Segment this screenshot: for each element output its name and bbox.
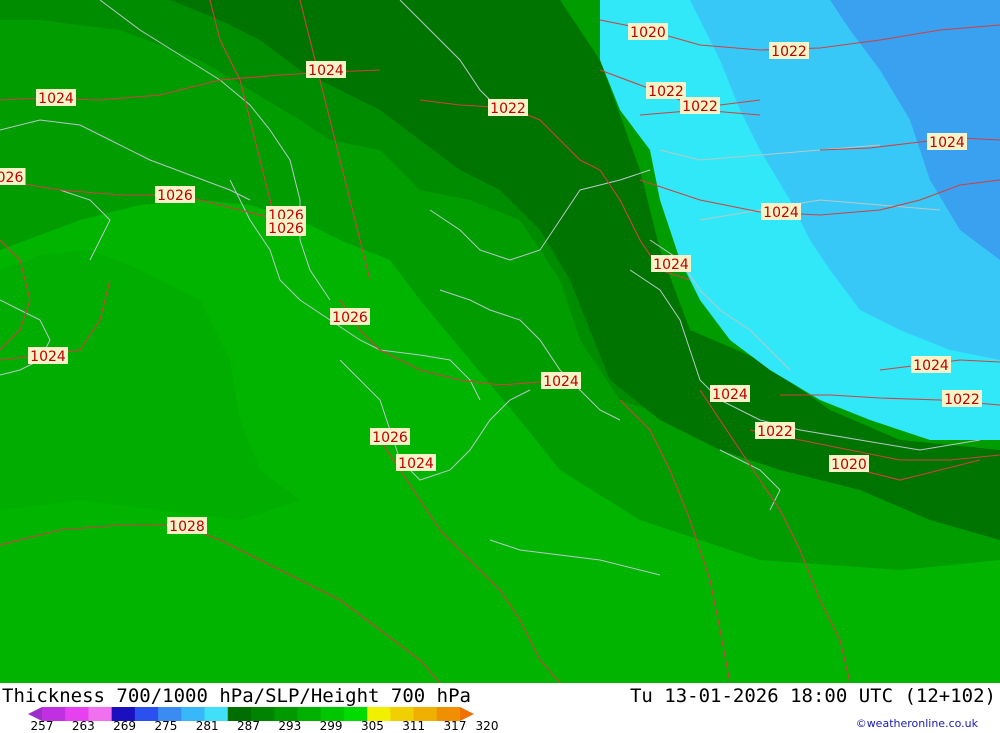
isobar-label-18: 1022	[755, 422, 795, 440]
svg-text:1022: 1022	[757, 424, 793, 440]
isobar-label-extra-0: 1024	[541, 372, 581, 390]
svg-text:1024: 1024	[38, 91, 74, 107]
svg-text:026: 026	[0, 170, 23, 186]
isobar-label-3: 1022	[680, 97, 720, 115]
legend-tick-label: 311	[402, 719, 426, 733]
legend-tick-label: 317	[443, 719, 467, 733]
svg-text:1024: 1024	[763, 205, 799, 221]
svg-text:1028: 1028	[169, 519, 205, 535]
isobar-label-21: 1026	[370, 428, 410, 446]
svg-text:1024: 1024	[929, 135, 965, 151]
isobar-label-17: 1022	[942, 390, 982, 408]
isobar-label-19: 1024	[710, 385, 750, 403]
isobar-label-8: 1024	[761, 203, 801, 221]
legend-tick-label: 257	[30, 719, 54, 733]
svg-text:1020: 1020	[831, 457, 867, 473]
legend-tick-label: 269	[113, 719, 137, 733]
svg-text:1024: 1024	[543, 374, 579, 390]
weather-map: 1020102210221022102210241024102410240261…	[0, 0, 1000, 683]
isobar-label-5: 1024	[306, 61, 346, 79]
svg-text:1026: 1026	[332, 310, 368, 326]
isobar-label-12: 1026	[266, 219, 306, 237]
svg-text:1022: 1022	[490, 101, 526, 117]
svg-text:1026: 1026	[372, 430, 408, 446]
svg-text:1024: 1024	[398, 456, 434, 472]
svg-text:1024: 1024	[308, 63, 344, 79]
isobar-label-23: 1028	[167, 517, 207, 535]
svg-text:1020: 1020	[630, 25, 666, 41]
isobar-label-22: 1024	[396, 454, 436, 472]
credit-link[interactable]: ©weatheronline.co.uk	[856, 717, 978, 730]
legend-tick-label: 305	[360, 719, 384, 733]
legend-tick-label: 263	[71, 719, 95, 733]
legend-tick-label: 293	[278, 719, 302, 733]
legend-tick-label: 287	[237, 719, 260, 733]
isobar-label-10: 1026	[155, 186, 195, 204]
svg-text:1022: 1022	[682, 99, 718, 115]
valid-time: Tu 13-01-2026 18:00 UTC (12+102)	[629, 685, 996, 707]
isobar-label-0: 1020	[628, 23, 668, 41]
map-title: Thickness 700/1000 hPa/SLP/Height 700 hP…	[2, 685, 471, 707]
isobar-label-9: 026	[0, 168, 26, 186]
isobar-label-15: 1024	[28, 347, 68, 365]
legend-tick-label: 275	[154, 719, 178, 733]
isobar-label-1: 1022	[769, 42, 809, 60]
svg-text:1024: 1024	[913, 358, 949, 374]
svg-text:1024: 1024	[653, 257, 689, 273]
svg-text:1022: 1022	[944, 392, 980, 408]
isobar-label-13: 1024	[651, 255, 691, 273]
svg-text:1022: 1022	[648, 84, 684, 100]
svg-text:1022: 1022	[771, 44, 807, 60]
isobar-label-4: 1022	[488, 99, 528, 117]
svg-text:1026: 1026	[268, 221, 304, 237]
svg-text:1026: 1026	[157, 188, 193, 204]
legend-tick-label: 320	[475, 719, 499, 733]
isobar-label-7: 1024	[927, 133, 967, 151]
isobar-label-14: 1026	[330, 308, 370, 326]
map-footer: Thickness 700/1000 hPa/SLP/Height 700 hP…	[0, 683, 1000, 733]
legend-tick-label: 281	[195, 719, 219, 733]
isobar-label-16: 1024	[911, 356, 951, 374]
legend-tick-label: 299	[319, 719, 343, 733]
isobar-label-6: 1024	[36, 89, 76, 107]
svg-text:1024: 1024	[712, 387, 748, 403]
isobar-label-20: 1020	[829, 455, 869, 473]
svg-text:1024: 1024	[30, 349, 66, 365]
